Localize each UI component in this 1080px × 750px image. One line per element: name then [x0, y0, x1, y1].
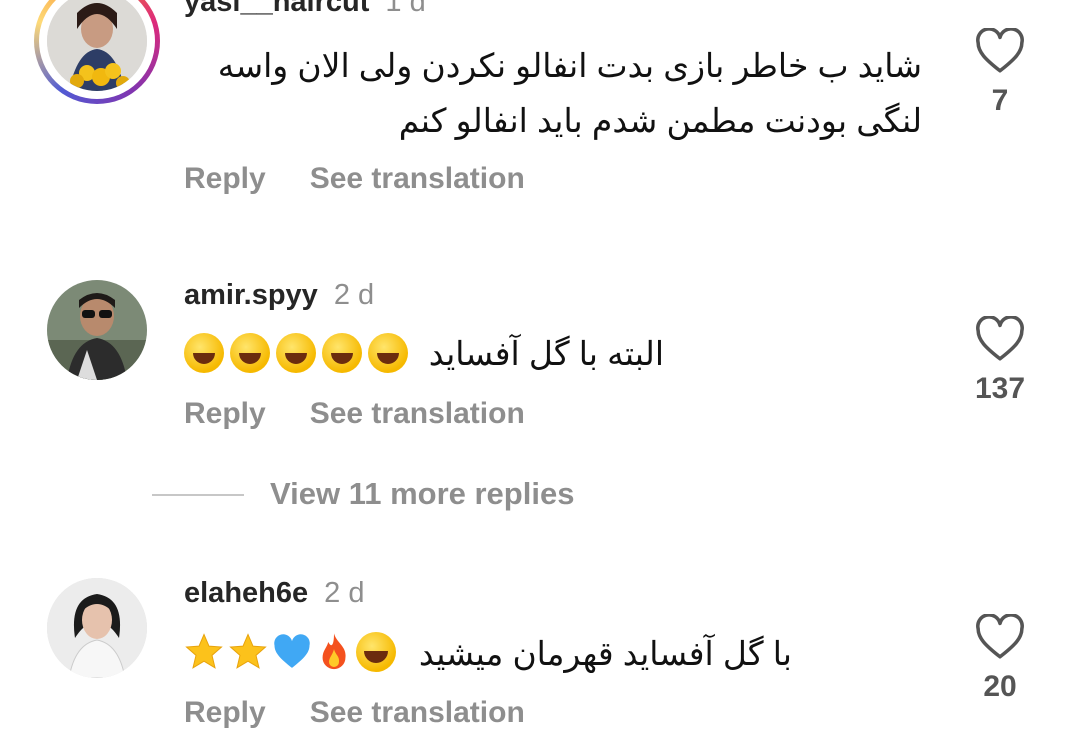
- comment-actions: Reply See translation: [184, 397, 525, 431]
- star-emoji: [185, 633, 223, 669]
- star-emoji: [229, 633, 267, 669]
- heart-icon: [976, 614, 1024, 659]
- see-translation-button[interactable]: See translation: [310, 397, 525, 430]
- comment-text: شاید ب خاطر بازی بدت انفالو نکردن ولی ال…: [162, 38, 922, 148]
- story-ring[interactable]: [34, 0, 160, 104]
- comment-text-line: لنگی بودنت مطمن شدم باید انفالو کنم: [398, 102, 922, 139]
- comment-actions: Reply See translation: [184, 162, 525, 196]
- reply-button[interactable]: Reply: [184, 696, 266, 729]
- comment-actions: Reply See translation: [184, 696, 525, 730]
- like-button[interactable]: 20: [970, 614, 1030, 704]
- heart-icon: [976, 316, 1024, 361]
- like-count: 7: [991, 84, 1009, 117]
- timestamp: 2 d: [333, 279, 375, 311]
- avatar[interactable]: [47, 578, 147, 678]
- view-more-replies-label[interactable]: View 11 more replies: [270, 476, 574, 512]
- comment-text-line: البته با گل آفساید: [428, 335, 664, 372]
- laughing-emoji: [230, 333, 270, 373]
- laughing-emoji: [184, 333, 224, 373]
- heart-icon: [976, 28, 1024, 73]
- like-button[interactable]: 7: [970, 28, 1030, 118]
- like-count: 137: [974, 372, 1026, 405]
- timestamp: 1 d: [385, 0, 426, 18]
- username[interactable]: yasi__haircut: [184, 0, 369, 18]
- laughing-emoji: [368, 333, 408, 373]
- blue-heart-emoji: [274, 634, 310, 668]
- emoji-row: [184, 333, 414, 373]
- laughing-emoji: [322, 333, 362, 373]
- avatar[interactable]: [47, 280, 147, 380]
- reply-button[interactable]: Reply: [184, 162, 266, 195]
- fire-emoji: [322, 633, 346, 670]
- sweat-smile-emoji: [356, 632, 396, 672]
- emoji-row: [184, 632, 402, 672]
- comment-text-line: با گل آفساید قهرمان میشید: [418, 635, 792, 672]
- comment-meta: elaheh6e 2 d: [184, 577, 364, 610]
- like-button[interactable]: 137: [970, 316, 1030, 406]
- comment-text-line: شاید ب خاطر بازی بدت انفالو نکردن ولی ال…: [217, 47, 922, 84]
- divider: [152, 494, 244, 496]
- see-translation-button[interactable]: See translation: [310, 162, 525, 195]
- comment-meta: amir.spyy 2 d: [184, 279, 374, 312]
- reply-button[interactable]: Reply: [184, 397, 266, 430]
- see-translation-button[interactable]: See translation: [310, 696, 525, 729]
- comment-meta: yasi__haircut 1 d: [184, 0, 426, 19]
- username[interactable]: elaheh6e: [184, 577, 308, 609]
- laughing-emoji: [276, 333, 316, 373]
- like-count: 20: [983, 670, 1017, 703]
- timestamp: 2 d: [324, 577, 365, 609]
- username[interactable]: amir.spyy: [184, 279, 318, 311]
